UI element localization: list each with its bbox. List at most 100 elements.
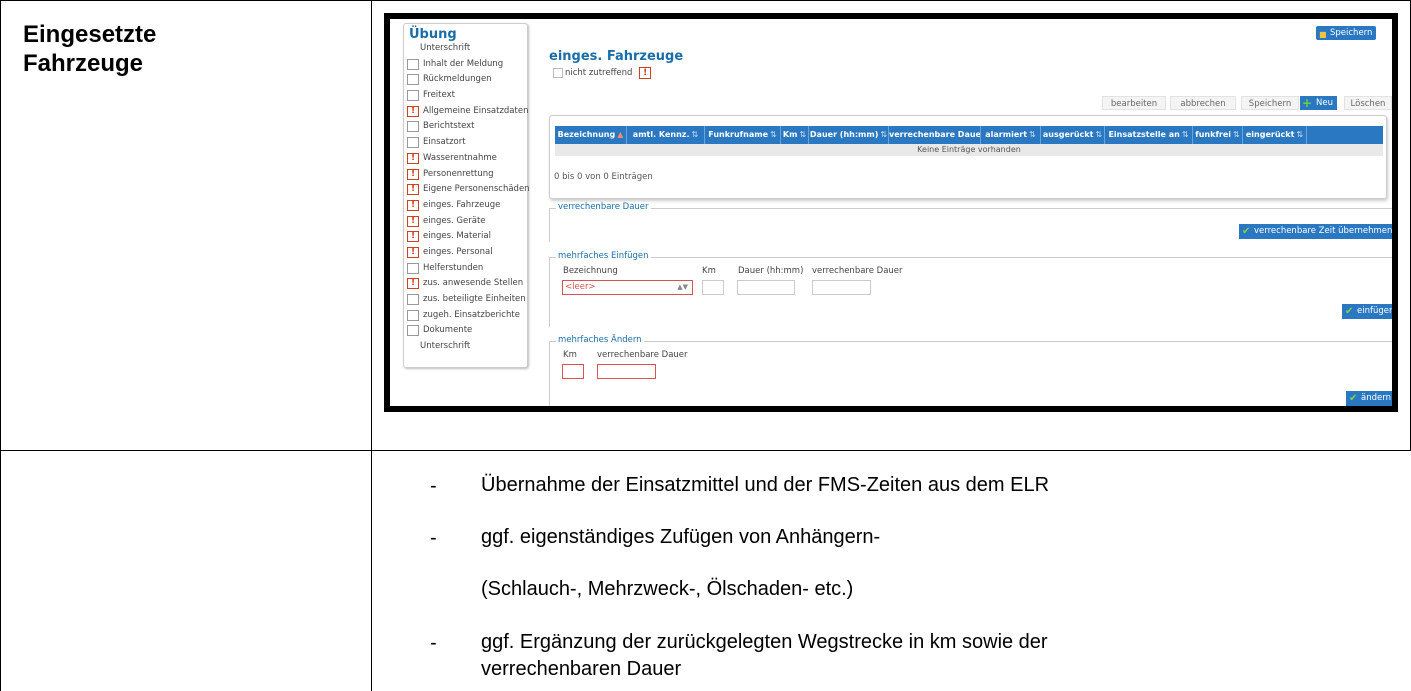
grid-count: 0 bis 0 von 0 Einträgen [554, 172, 653, 182]
label-duration: Dauer (hh:mm) [738, 266, 804, 276]
change-button[interactable]: ✔ ändern [1346, 391, 1392, 406]
km-input[interactable] [702, 280, 724, 295]
sidebar-item[interactable]: zus. beteiligte Einheiten [404, 292, 527, 308]
sidebar-item[interactable]: Unterschrift [404, 339, 527, 355]
not-applicable-checkbox[interactable]: nicht zutreffend ! [553, 66, 652, 80]
sidebar-item-label: Personenrettung [423, 168, 494, 179]
checkbox-icon [407, 294, 419, 305]
sort-icon: ⇅ [770, 130, 777, 139]
grid-column-header[interactable]: ausgerückt ⇅ [1041, 126, 1105, 144]
table-border-top [0, 0, 1411, 1]
sidebar-item[interactable]: Einsatzort [404, 135, 527, 151]
take-billable-time-button[interactable]: ✔ verrechenbare Zeit übernehmen [1239, 224, 1393, 239]
sidebar-item[interactable]: ! Eigene Personenschäden [404, 182, 530, 198]
sidebar-item-label: einges. Material [423, 231, 491, 242]
save-button-top[interactable]: ■ Speichern [1316, 26, 1377, 40]
sidebar-item-label: Allgemeine Einsatzdaten [423, 105, 529, 116]
grid-column-header[interactable]: Bezeichnung ▲ [555, 126, 627, 144]
grid-column-header[interactable]: amtl. Kennz. ⇅ [627, 126, 705, 144]
sidebar-item[interactable]: Unterschrift [404, 41, 527, 57]
save-icon: ■ [1319, 30, 1327, 39]
warning-icon: ! [407, 168, 419, 180]
sidebar-item[interactable]: Rückmeldungen [404, 72, 527, 88]
warning-icon: ! [407, 278, 419, 290]
grid-column-label: Dauer (hh:mm) [809, 130, 879, 139]
sidebar-item-label: Freitext [423, 90, 455, 101]
sidebar-item[interactable]: ! Allgemeine Einsatzdaten [404, 104, 529, 120]
grid-column-header[interactable]: Funkrufname ⇅ [705, 126, 781, 144]
insert-button[interactable]: ✔ einfügen [1342, 304, 1392, 319]
app-screenshot: Übung Unterschrift Inhalt der Meldung Rück… [384, 13, 1398, 412]
label-billable-duration: verrechenbare Dauer [812, 266, 903, 276]
sidebar-item[interactable]: ! einges. Personal [404, 245, 527, 261]
check-icon: ✔ [1345, 306, 1354, 317]
sidebar-item[interactable]: ! einges. Geräte [404, 214, 527, 230]
sidebar-item[interactable]: ! einges. Material [404, 229, 527, 245]
fieldset-multi-edit: mehrfaches Ändern Km verrechenbare Dauer… [549, 335, 1392, 406]
bullet-text: ggf. Ergänzung der zurückgelegten Wegstr… [481, 631, 1048, 653]
sidebar-item[interactable]: ! Personenrettung [404, 167, 527, 183]
save-button[interactable]: Speichern [1241, 96, 1299, 110]
sidebar-item-label: zugeh. Einsatzberichte [423, 309, 520, 320]
sidebar-item[interactable]: ! Wasserentnahme [404, 151, 527, 167]
fieldset-legend: mehrfaches Ändern [556, 335, 644, 345]
grid-column-header[interactable]: verrechenbare Dauer⇅ [889, 126, 981, 144]
cancel-button[interactable]: abbrechen [1170, 96, 1236, 110]
grid-column-header[interactable]: alarmiert ⇅ [981, 126, 1041, 144]
grid-header: Bezeichnung ▲ amtl. Kennz. ⇅ Funkrufname ⇅ Km ⇅… [555, 126, 1383, 144]
sidebar-item[interactable]: Inhalt der Meldung [404, 57, 527, 73]
checkbox-icon [407, 58, 419, 70]
sidebar-item[interactable]: Freitext [404, 88, 527, 104]
sidebar-item[interactable]: Berichtstext [404, 119, 527, 135]
app-window: Übung Unterschrift Inhalt der Meldung Rück… [390, 19, 1392, 406]
sidebar-item[interactable]: Helferstunden [404, 261, 527, 277]
grid-column-header[interactable]: Einsatzstelle an ⇅ [1105, 126, 1193, 144]
designation-select[interactable]: <leer> ▲▼ [562, 280, 693, 295]
km-edit-input[interactable] [562, 364, 584, 379]
bullet-dash: - [430, 632, 437, 654]
grid-column-header[interactable]: Km ⇅ [781, 126, 809, 144]
table-border-left [0, 0, 1, 691]
sidebar-item-label: Helferstunden [423, 262, 484, 273]
duration-input[interactable] [737, 280, 795, 295]
grid-column-header[interactable]: Dauer (hh:mm) ⇅ [809, 126, 889, 144]
sort-icon: ▲ [617, 130, 624, 139]
sidebar-item[interactable]: Dokumente [404, 323, 527, 339]
grid-column-label: Funkrufname [708, 130, 769, 139]
sidebar-item[interactable]: ! zus. anwesende Stellen [404, 276, 527, 292]
sort-icon: ⇅ [1095, 130, 1103, 139]
warning-icon: ! [407, 199, 419, 211]
sidebar: Übung Unterschrift Inhalt der Meldung Rück… [403, 23, 530, 368]
billable-duration-input[interactable] [812, 280, 871, 295]
warning-icon: ! [407, 231, 419, 243]
checkbox-icon [407, 309, 419, 321]
grid-column-label: eingerückt [1245, 130, 1295, 139]
delete-button[interactable]: Löschen [1344, 96, 1392, 110]
grid-column-label: ausgerückt [1042, 130, 1094, 139]
billable-duration-edit-input[interactable] [597, 364, 656, 379]
sidebar-item-label: Berichtstext [423, 121, 475, 132]
new-button[interactable]: + Neu [1300, 96, 1337, 110]
grid-column-label: amtl. Kennz. [632, 130, 690, 139]
grid-column-label: Km [782, 130, 798, 139]
sidebar-item[interactable]: zugeh. Einsatzberichte [404, 308, 527, 324]
checkbox-icon [553, 68, 563, 78]
edit-button[interactable]: bearbeiten [1102, 96, 1166, 110]
not-applicable-label: nicht zutreffend [565, 68, 633, 78]
bullet-dash: - [430, 475, 437, 497]
checkbox-icon [407, 262, 419, 274]
sidebar-item-label: einges. Geräte [423, 215, 486, 226]
fieldset-billable-duration: verrechenbare Dauer ✔ verrechenbare Zeit… [549, 202, 1392, 242]
sidebar-item[interactable]: ! einges. Fahrzeuge [404, 198, 527, 214]
save-button-top-label: Speichern [1330, 28, 1373, 38]
grid-column-label: alarmiert [985, 130, 1028, 139]
take-billable-time-label: verrechenbare Zeit übernehmen [1254, 226, 1393, 236]
checkbox-icon [407, 121, 419, 133]
grid-column-header[interactable]: funkfrei ⇅ [1193, 126, 1243, 144]
bullet-text-continued: (Schlauch-, Mehrzweck-, Ölschaden- etc.) [481, 578, 854, 600]
vehicle-grid: Bezeichnung ▲ amtl. Kennz. ⇅ Funkrufname ⇅ Km ⇅… [549, 115, 1387, 199]
warning-icon: ! [407, 184, 419, 196]
section-title: Eingesetzte Fahrzeuge [23, 20, 156, 78]
page-title: einges. Fahrzeuge [549, 49, 684, 64]
grid-column-header[interactable]: eingerückt ⇅ [1243, 126, 1307, 144]
